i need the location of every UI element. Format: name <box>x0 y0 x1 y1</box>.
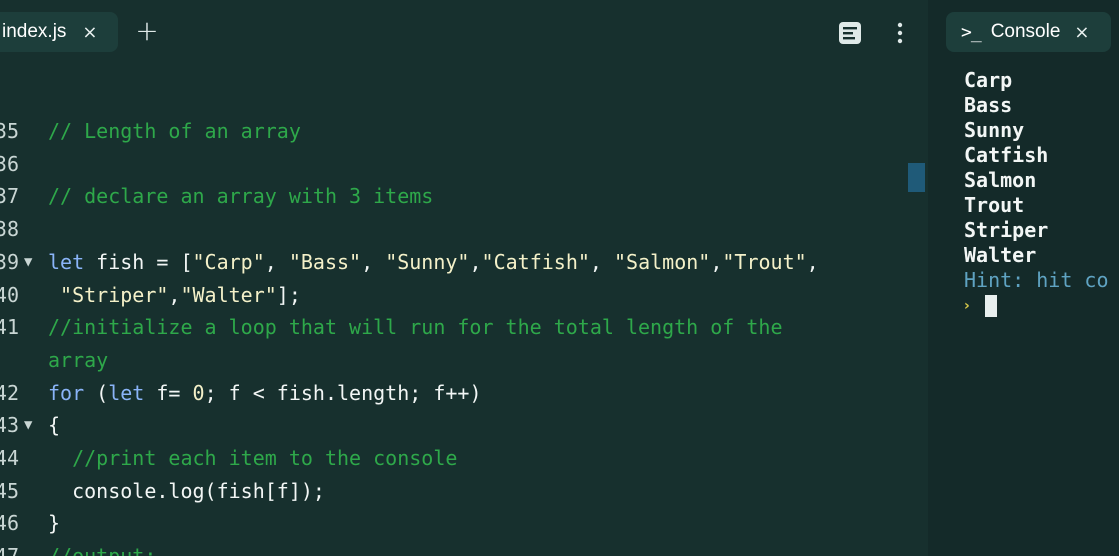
code-line[interactable]: 44 //print each item to the console <box>0 442 910 475</box>
line-number: 44 <box>0 446 19 470</box>
console-output-line: Salmon <box>964 168 1037 192</box>
more-vertical-icon[interactable] <box>889 20 911 46</box>
console-output-line: Striper <box>964 218 1049 242</box>
code-text: // Length of an array <box>48 119 301 143</box>
code-text: { <box>48 413 61 438</box>
code-text: // declare an array with 3 items <box>48 184 434 209</box>
code-text: for (let f= 0; f < fish.length; f++) <box>48 380 482 405</box>
line-number: 37 <box>0 184 19 209</box>
console-output-line: Trout <box>964 193 1025 217</box>
format-icon[interactable] <box>838 21 862 45</box>
code-line[interactable]: 36 <box>0 148 910 181</box>
code-text: //initialize a loop that will run for th… <box>48 315 783 340</box>
code-line[interactable]: 42 for (let f= 0; f < fish.length; f++) <box>0 377 910 410</box>
editor-tab-bar: index.js × + <box>0 0 928 66</box>
code-text: //output: <box>48 540 156 556</box>
line-number: 36 <box>0 151 19 176</box>
code-text: } <box>48 511 61 536</box>
code-line[interactable]: 45 console.log(fish[f]); <box>0 475 910 508</box>
code-line[interactable]: 35 // Length of an array <box>0 115 910 148</box>
code-line[interactable]: 37 // declare an array with 3 items <box>0 180 910 213</box>
console-input[interactable]: › <box>964 293 997 318</box>
scrollbar-marker[interactable] <box>908 163 925 192</box>
console-output-line: Carp <box>964 68 1013 92</box>
code-text: array <box>48 347 109 372</box>
line-number: 40 <box>0 282 19 307</box>
code-line[interactable]: 41 //initialize a loop that will run for … <box>0 311 910 344</box>
code-text: let fish = ["Carp", "Bass", "Sunny","Cat… <box>48 249 819 274</box>
code-line[interactable]: 39 ▼ let fish = ["Carp", "Bass", "Sunny","… <box>0 246 910 279</box>
tab-index-js[interactable]: index.js × <box>0 12 118 52</box>
console-output-line: Sunny <box>964 118 1025 142</box>
close-console-icon[interactable]: × <box>1074 22 1089 43</box>
code-line[interactable]: array <box>0 344 910 377</box>
prompt-caret-icon: › <box>964 297 970 314</box>
line-number: 42 <box>0 380 19 405</box>
console-output: Carp Bass Sunny Catfish Salmon Trout Striper Wa… <box>964 68 1109 293</box>
line-number: 35 <box>0 119 19 143</box>
line-number: 45 <box>0 478 19 503</box>
fold-arrow-icon[interactable]: ▼ <box>24 246 32 279</box>
console-output-line: Walter <box>964 243 1037 267</box>
console-pane: >_ Console × Carp Bass Sunny Catfish Salmon T… <box>940 0 1119 556</box>
code-text: console.log(fish[f]); <box>48 478 325 503</box>
terminal-icon: >_ <box>961 21 982 43</box>
add-tab-icon[interactable]: + <box>133 17 161 47</box>
close-tab-icon[interactable]: × <box>82 22 97 43</box>
line-number: 41 <box>0 315 19 340</box>
tab-label: index.js <box>2 21 67 42</box>
editor-pane: index.js × + 35 // Length of an array 36 37… <box>0 0 928 556</box>
code-line[interactable]: 47 //output: <box>0 540 910 556</box>
console-output-line: Bass <box>964 93 1013 117</box>
line-number: 39 <box>0 249 19 274</box>
line-number: 47 <box>0 540 19 556</box>
console-title: Console <box>990 21 1061 42</box>
code-line[interactable]: 43 ▼ { <box>0 409 910 442</box>
line-number: 43 <box>0 413 19 438</box>
console-hint: Hint: hit co <box>964 268 1109 292</box>
tab-console[interactable]: >_ Console × <box>946 12 1111 52</box>
line-number: 38 <box>0 217 19 242</box>
code-line[interactable]: 40 "Striper","Walter"]; <box>0 279 910 312</box>
code-line[interactable]: 46} <box>0 507 910 540</box>
code-text: //print each item to the console <box>48 446 458 470</box>
console-output-line: Catfish <box>964 143 1049 167</box>
code-text: "Striper","Walter"]; <box>60 282 301 307</box>
text-cursor <box>984 294 997 317</box>
line-number: 46 <box>0 511 19 536</box>
code-line[interactable]: 38 <box>0 213 910 246</box>
fold-arrow-icon[interactable]: ▼ <box>24 409 32 442</box>
